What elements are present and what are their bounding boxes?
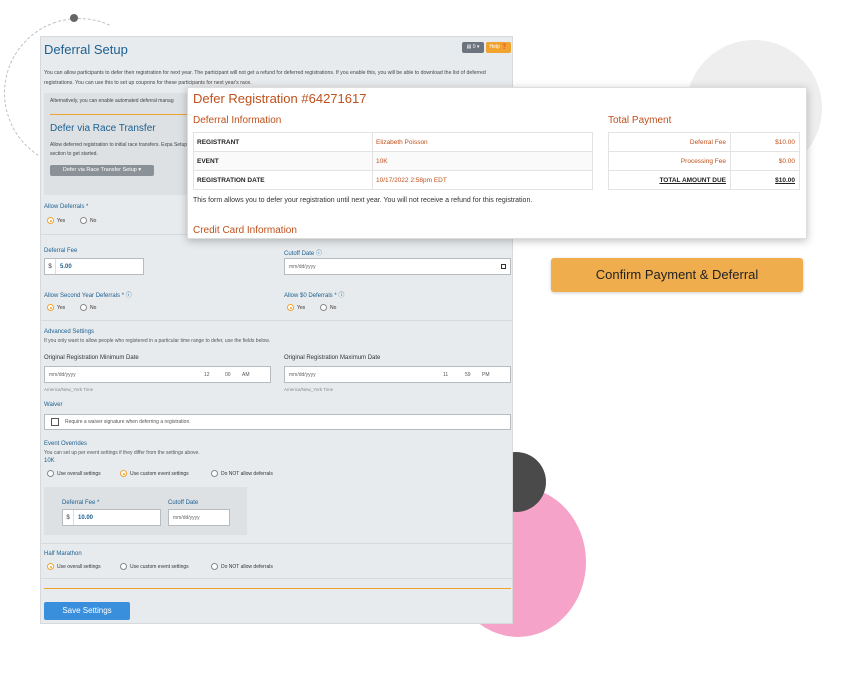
table-row: Deferral Fee $10.00 [608,132,800,152]
max-date-label: Original Registration Maximum Date [284,355,381,361]
radio-selected-icon [47,563,54,570]
table-row: REGISTRATION DATE 10/17/2022 2:58pm EDT [193,170,593,190]
credit-card-heading: Credit Card Information [193,225,297,236]
override-fee-label: Deferral Fee * [62,500,100,506]
event-10k-label: 10K [44,458,55,464]
min-timezone: America/New_York Time [44,387,94,392]
radio-selected-icon [47,304,54,311]
payment-table: Deferral Fee $10.00 Processing Fee $0.00 T… [608,132,800,190]
decorative-dot [70,14,78,22]
alternative-text: Alternatively, you can enable automated … [50,98,174,104]
event-overrides-desc: You can set up per event settings if the… [44,450,200,456]
max-hour[interactable]: 11 [443,372,448,378]
refund-notice: This form allows you to defer your regis… [193,197,533,204]
intro-text: You can allow participants to defer thei… [44,70,486,86]
advanced-settings-desc: If you only want to allow people who reg… [44,338,270,344]
hm-use-custom[interactable]: Use custom event settings [120,563,189,570]
allow-deferrals-label: Allow Deferrals * [44,204,89,210]
divider [41,320,512,321]
cutoff-date-label: Cutoff Date ⓘ [284,251,322,257]
second-year-yes[interactable]: Yes [47,304,65,311]
save-settings-button[interactable]: Save Settings [44,602,130,620]
divider [44,588,511,589]
confirm-payment-button[interactable]: Confirm Payment & Deferral [551,258,803,292]
divider [50,114,190,115]
max-ampm[interactable]: PM [482,372,490,378]
deferral-info-heading: Deferral Information [193,115,282,126]
deferral-fee-label: Deferral Fee [44,248,78,254]
radio-selected-icon [120,470,127,477]
radio-icon [80,217,87,224]
radio-icon [211,470,218,477]
hm-use-overall[interactable]: Use overall settings [47,563,101,570]
waiver-title: Waiver [44,402,63,408]
table-row: REGISTRANT Elizabeth Poisson [193,132,593,152]
divider [41,578,512,579]
waiver-row[interactable]: Require a waiver signature when deferrin… [44,414,511,430]
page-title: Deferral Setup [44,42,128,57]
min-ampm[interactable]: AM [242,372,250,378]
deferral-fee-input[interactable]: $5.00 [44,258,144,275]
deferral-info-table: REGISTRANT Elizabeth Poisson EVENT 10K REG… [193,132,593,190]
waiver-checkbox[interactable] [51,418,59,426]
zero-deferrals-no[interactable]: No [320,304,336,311]
zero-deferrals-yes[interactable]: Yes [287,304,305,311]
transfer-title: Defer via Race Transfer [50,123,156,134]
radio-icon [47,470,54,477]
override-cutoff-label: Cutoff Date [168,500,199,506]
second-year-label: Allow Second Year Deferrals * ⓘ [44,293,132,299]
zero-deferrals-label: Allow $0 Deferrals * ⓘ [284,293,345,299]
help-button[interactable]: Help ❓ [486,42,511,53]
min-hour[interactable]: 12 [204,372,210,378]
override-box: Deferral Fee * $10.00 Cutoff Date mm/dd/… [44,487,247,535]
min-date-label: Original Registration Minimum Date [44,355,139,361]
override-fee-input[interactable]: $10.00 [62,509,161,526]
table-row: Processing Fee $0.00 [608,151,800,171]
transfer-setup-button[interactable]: Defer via Race Transfer Setup ▾ [50,165,154,176]
radio-icon [320,304,327,311]
calendar-icon[interactable] [501,264,506,269]
min-minute[interactable]: 00 [225,372,231,378]
card-title: Defer Registration #64271617 [193,91,367,106]
event-half-marathon-label: Half Marathon [44,551,82,557]
10k-use-overall[interactable]: Use overall settings [47,470,101,477]
defer-registration-card: Defer Registration #64271617 Deferral In… [187,87,807,239]
advanced-settings-title: Advanced Settings [44,329,95,335]
allow-deferrals-yes[interactable]: Yes [47,217,65,224]
max-timezone: America/New_York Time [284,387,334,392]
divider [41,543,512,544]
radio-icon [120,563,127,570]
table-row: EVENT 10K [193,151,593,171]
radio-selected-icon [47,217,54,224]
override-cutoff-input[interactable]: mm/dd/yyyy [168,509,230,526]
radio-icon [80,304,87,311]
second-year-no[interactable]: No [80,304,96,311]
event-overrides-title: Event Overrides [44,441,88,447]
radio-selected-icon [287,304,294,311]
list-button[interactable]: ▤ 0 ▾ [462,42,484,53]
10k-not-allow[interactable]: Do NOT allow deferrals [211,470,273,477]
hm-not-allow[interactable]: Do NOT allow deferrals [211,563,273,570]
10k-use-custom[interactable]: Use custom event settings [120,470,189,477]
allow-deferrals-no[interactable]: No [80,217,96,224]
radio-icon [211,563,218,570]
max-date-input[interactable]: mm/dd/yyyy [284,366,511,383]
min-date-input[interactable]: mm/dd/yyyy [44,366,271,383]
max-minute[interactable]: 59 [465,372,471,378]
total-payment-heading: Total Payment [608,115,672,126]
transfer-text: Allow deferred registration to initial r… [50,142,189,157]
table-row: TOTAL AMOUNT DUE $10.00 [608,170,800,190]
cutoff-date-input[interactable]: mm/dd/yyyy [284,258,511,275]
